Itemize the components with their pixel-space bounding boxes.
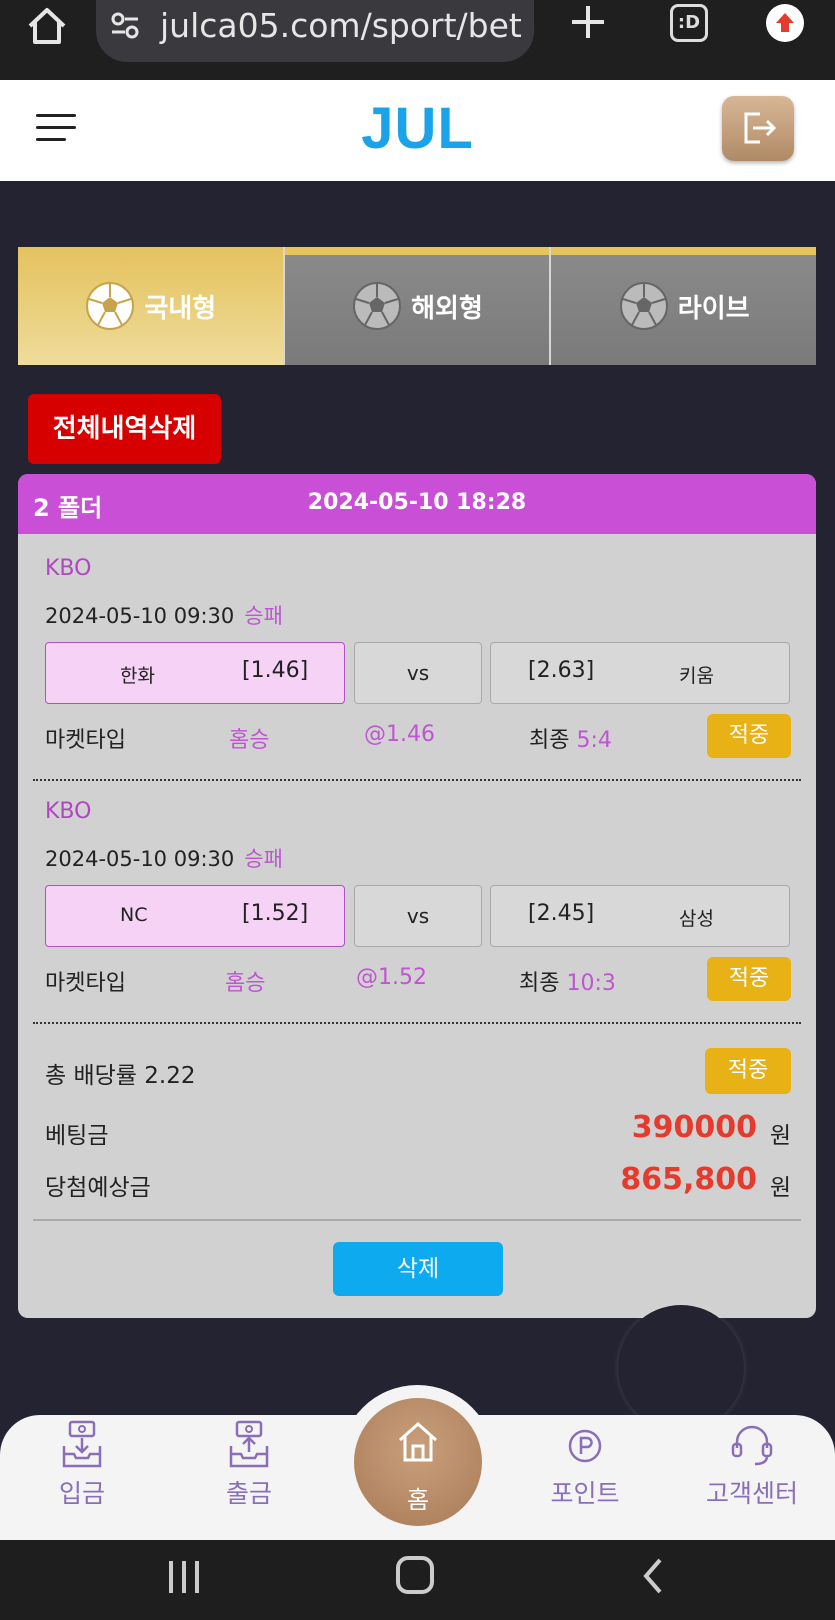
nav-label: 입금 <box>58 1479 105 1508</box>
tab-switcher-button[interactable]: :D <box>670 4 708 42</box>
logout-button[interactable] <box>722 96 794 161</box>
point-icon <box>568 1429 602 1463</box>
soccer-ball-icon <box>353 282 402 330</box>
market-row: 마켓타입 홈승 @1.52 최종 10:3 적중 <box>45 957 791 1003</box>
score-value: 5:4 <box>576 728 612 753</box>
away-odd: [2.45] <box>528 901 595 926</box>
bet-slip-card: 2 폴더 2024-05-10 18:28 KBO 2024-05-10 09:… <box>18 474 816 1318</box>
payout-label: 당첨예상금 <box>45 1175 151 1201</box>
nav-label: 고객센터 <box>705 1479 798 1508</box>
divider <box>33 779 801 781</box>
site-logo[interactable]: JUL <box>0 95 835 162</box>
final-label: 최종 <box>519 971 560 996</box>
site-settings-icon[interactable] <box>108 8 142 42</box>
league-name: KBO <box>45 799 92 824</box>
nav-home[interactable]: 홈 <box>354 1398 482 1526</box>
total-odds-label: 총 배당률 2.22 <box>45 1063 196 1089</box>
sport-tabs: 국내형 해외형 라이브 <box>18 247 817 365</box>
tab-domestic[interactable]: 국내형 <box>18 247 285 365</box>
stake-amount: 390000 <box>631 1110 757 1145</box>
vs-box: vs <box>354 885 482 947</box>
away-team-box[interactable]: [2.63] 키움 <box>490 642 790 704</box>
deposit-icon <box>62 1420 102 1468</box>
tab-label: 라이브 <box>677 293 750 324</box>
game-type: 승패 <box>244 847 283 871</box>
away-team-name: 삼성 <box>679 908 714 930</box>
currency-unit: 원 <box>769 1123 791 1149</box>
home-odd: [1.46] <box>242 658 309 683</box>
total-result-badge: 적중 <box>705 1048 791 1094</box>
tab-label: 해외형 <box>411 293 483 324</box>
browser-toolbar: julca05.com/sport/bet :D <box>0 0 835 80</box>
final-label: 최종 <box>529 728 570 753</box>
pick-label: 홈승 <box>229 728 270 753</box>
divider <box>33 1022 801 1024</box>
tab-overseas[interactable]: 해외형 <box>284 247 552 365</box>
vs-box: vs <box>354 642 482 704</box>
pick-label: 홈승 <box>225 971 266 996</box>
logout-icon <box>744 112 777 144</box>
nav-support[interactable]: 고객센터 <box>692 1420 812 1530</box>
home-team-box[interactable]: NC [1.52] <box>45 885 345 947</box>
system-home-icon[interactable] <box>396 1556 434 1594</box>
tab-live[interactable]: 라이브 <box>551 247 817 365</box>
nav-deposit[interactable]: 입금 <box>22 1420 142 1530</box>
nav-label: 포인트 <box>550 1479 620 1508</box>
soccer-ball-icon <box>619 282 668 330</box>
game-date-text: 2024-05-10 09:30 <box>45 847 235 871</box>
home-team-box[interactable]: 한화 [1.46] <box>45 642 345 704</box>
stake-label: 베팅금 <box>45 1123 109 1149</box>
nav-point[interactable]: 포인트 <box>525 1420 645 1530</box>
game-date: 2024-05-10 09:30 승패 <box>45 843 283 873</box>
market-label: 마켓타입 <box>45 728 126 753</box>
nav-label: 출금 <box>225 1479 272 1508</box>
currency-unit: 원 <box>769 1175 791 1201</box>
home-odd: [1.52] <box>242 901 309 926</box>
final-score: 최종 5:4 <box>529 722 612 754</box>
market-row: 마켓타입 홈승 @1.46 최종 5:4 적중 <box>45 714 791 760</box>
pick-odd: @1.52 <box>356 965 427 990</box>
divider <box>33 1219 801 1221</box>
url-bar[interactable]: julca05.com/sport/bet <box>96 0 534 62</box>
browser-home-icon[interactable] <box>22 4 72 48</box>
game-type: 승패 <box>244 604 283 628</box>
game-date: 2024-05-10 09:30 승패 <box>45 600 283 630</box>
delete-all-button[interactable]: 전체내역삭제 <box>28 394 221 464</box>
league-name: KBO <box>45 556 92 581</box>
new-tab-icon[interactable] <box>566 0 610 44</box>
delete-button[interactable]: 삭제 <box>333 1242 503 1296</box>
stake-row: 베팅금 390000 원 <box>45 1108 791 1152</box>
home-icon <box>399 1421 437 1462</box>
bet-datetime: 2024-05-10 18:28 <box>307 490 527 515</box>
market-label: 마켓타입 <box>45 971 126 996</box>
away-odd: [2.63] <box>528 658 595 683</box>
back-icon[interactable] <box>640 1556 664 1596</box>
upload-icon[interactable] <box>766 4 804 42</box>
tab-label: 국내형 <box>144 293 217 324</box>
withdraw-icon <box>229 1420 269 1468</box>
nav-withdraw[interactable]: 출금 <box>189 1420 309 1530</box>
score-value: 10:3 <box>566 971 616 996</box>
away-team-box[interactable]: [2.45] 삼성 <box>490 885 790 947</box>
bet-slip-header: 2 폴더 2024-05-10 18:28 <box>18 474 816 534</box>
result-badge: 적중 <box>707 957 791 1001</box>
recent-apps-icon[interactable] <box>166 1558 202 1596</box>
pick-odd: @1.46 <box>364 722 435 747</box>
url-text[interactable]: julca05.com/sport/bet <box>160 6 522 45</box>
home-team-name: 한화 <box>120 665 155 687</box>
system-nav-bar <box>0 1540 835 1620</box>
floating-button[interactable] <box>618 1305 744 1431</box>
site-header: JUL <box>0 80 835 181</box>
headset-icon <box>731 1425 773 1466</box>
away-team-name: 키움 <box>679 665 714 687</box>
final-score: 최종 10:3 <box>519 965 616 997</box>
payout-row: 당첨예상금 865,800 원 <box>45 1160 791 1204</box>
total-odds-row: 총 배당률 2.22 적중 <box>45 1048 791 1094</box>
soccer-ball-icon <box>86 282 135 330</box>
home-team-name: NC <box>120 904 148 926</box>
result-badge: 적중 <box>707 714 791 758</box>
payout-amount: 865,800 <box>620 1162 757 1197</box>
nav-label: 홈 <box>406 1486 430 1514</box>
game-date-text: 2024-05-10 09:30 <box>45 604 235 628</box>
